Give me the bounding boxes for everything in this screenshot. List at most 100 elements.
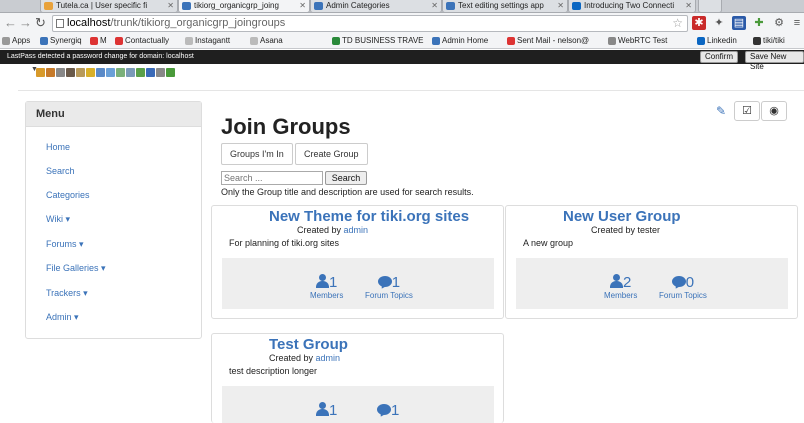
- menu-icon[interactable]: ≡: [790, 16, 804, 30]
- sidebar-item-trackers[interactable]: Trackers ▾: [46, 288, 88, 299]
- bookmark-admin-home[interactable]: Admin Home: [432, 33, 488, 48]
- tab-favicon: [182, 2, 191, 10]
- forum-topics-stat[interactable]: 1: [377, 402, 399, 419]
- tools-icon[interactable]: [36, 68, 45, 77]
- group-stats: 2 Members 0 Forum Topics: [516, 258, 788, 309]
- group-created-by: Created by admin: [269, 353, 341, 363]
- members-count: 2: [623, 274, 632, 291]
- close-icon[interactable]: ✕: [685, 0, 692, 12]
- creator-link[interactable]: admin: [316, 353, 341, 363]
- extension-sparkle-icon[interactable]: ✦: [712, 16, 726, 30]
- tab-label: Tutela.ca | User specific fi: [56, 1, 148, 10]
- confirm-button[interactable]: Confirm: [700, 51, 739, 63]
- puzzle-icon[interactable]: [136, 68, 145, 77]
- close-icon[interactable]: ✕: [431, 0, 438, 12]
- bookmark-sent-mail[interactable]: Sent Mail - nelson@: [507, 33, 589, 48]
- sidebar-item-wiki[interactable]: Wiki ▾: [46, 214, 70, 225]
- tab-favicon: [446, 2, 455, 10]
- members-label: Members: [310, 291, 344, 300]
- group-title[interactable]: Test Group: [269, 336, 348, 353]
- topics-count: 1: [391, 274, 401, 291]
- extension-flag-icon[interactable]: ▤: [732, 16, 746, 30]
- bookmark-gmail[interactable]: M: [90, 33, 107, 48]
- sidebar-item-search[interactable]: Search: [46, 166, 75, 176]
- sidebar-item-file-galleries[interactable]: File Galleries ▾: [46, 263, 106, 274]
- group-title[interactable]: New User Group: [563, 208, 681, 225]
- sidebar-item-forums[interactable]: Forums ▾: [46, 239, 84, 250]
- close-icon[interactable]: ✕: [299, 0, 306, 12]
- close-icon[interactable]: ✕: [167, 0, 174, 12]
- bookmark-icon: [753, 37, 761, 45]
- forum-topics-stat[interactable]: 1 Forum Topics: [365, 274, 413, 300]
- bookmark-synergiq[interactable]: Synergiq: [40, 33, 82, 48]
- bookmark-contactually[interactable]: Contactually: [115, 33, 169, 48]
- settings-icon[interactable]: [56, 68, 65, 77]
- globe-icon[interactable]: ◉: [761, 101, 787, 121]
- members-stat[interactable]: 1: [316, 402, 337, 419]
- bookmark-td[interactable]: TD BUSINESS TRAVE: [332, 33, 424, 48]
- bookmark-asana[interactable]: Asana: [250, 33, 283, 48]
- create-group-button[interactable]: Create Group: [295, 143, 368, 165]
- bookmark-webrtc[interactable]: WebRTC Test: [608, 33, 667, 48]
- star-icon[interactable]: ☆: [672, 16, 683, 31]
- bookmark-tiki[interactable]: tiki/tiki: [753, 33, 785, 48]
- edit-module-icon[interactable]: ✎: [716, 104, 726, 118]
- grid-icon[interactable]: [156, 68, 165, 77]
- members-stat[interactable]: 1 Members: [310, 274, 343, 300]
- apps-icon: [2, 37, 10, 45]
- page-title: Join Groups: [221, 114, 351, 139]
- groups-im-in-button[interactable]: Groups I'm In: [221, 143, 293, 165]
- edit-icon[interactable]: ☑: [734, 101, 760, 121]
- creator-link[interactable]: admin: [344, 225, 369, 235]
- users-icon[interactable]: [76, 68, 85, 77]
- browser-tab-1[interactable]: Tutela.ca | User specific fi ✕: [40, 0, 178, 12]
- modules-icon[interactable]: [96, 68, 105, 77]
- forward-icon[interactable]: →: [19, 15, 32, 31]
- sidebar-item-admin[interactable]: Admin ▾: [46, 312, 79, 323]
- gear-icon[interactable]: ⚙: [772, 16, 786, 30]
- sidebar-item-categories[interactable]: Categories: [46, 190, 90, 200]
- user-icon[interactable]: [66, 68, 75, 77]
- extension-puzzle-icon[interactable]: ✚: [752, 16, 766, 30]
- gmail-icon: [90, 37, 98, 45]
- bookmark-linkedin[interactable]: Linkedin: [697, 33, 737, 48]
- group-created-by: Created by tester: [591, 225, 661, 235]
- close-icon[interactable]: ✕: [557, 0, 564, 12]
- search-note: Only the Group title and description are…: [221, 187, 474, 197]
- search-input[interactable]: [221, 171, 323, 185]
- tab-label: Text editing settings app: [458, 1, 544, 10]
- back-icon[interactable]: ←: [4, 15, 17, 31]
- address-bar[interactable]: localhost/trunk/tikiorg_organicgrp_joing…: [52, 15, 688, 32]
- table-icon[interactable]: [106, 68, 115, 77]
- browser-tab-2[interactable]: tikiorg_organicgrp_joing ✕: [178, 0, 310, 12]
- image-icon[interactable]: [116, 68, 125, 77]
- lastpass-extension-icon[interactable]: ✱: [692, 16, 706, 30]
- group-card: New Theme for tiki.org sites Created by …: [211, 205, 504, 319]
- group-title[interactable]: New Theme for tiki.org sites: [269, 208, 469, 225]
- group-stats: 1 1: [222, 386, 494, 423]
- comment-icon: [671, 276, 686, 287]
- bookmark-apps[interactable]: Apps: [2, 33, 30, 48]
- list-icon[interactable]: [126, 68, 135, 77]
- browser-tab-4[interactable]: Text editing settings app ✕: [442, 0, 568, 12]
- linkedin-icon: [697, 37, 705, 45]
- sidebar-item-home[interactable]: Home: [46, 142, 70, 152]
- forum-topics-stat[interactable]: 0 Forum Topics: [659, 274, 707, 300]
- home-icon[interactable]: [46, 68, 55, 77]
- bookmark-icon: [185, 37, 193, 45]
- browser-tab-3[interactable]: Admin Categories ✕: [310, 0, 442, 12]
- bookmark-instagantt[interactable]: Instagantt: [185, 33, 230, 48]
- key-icon[interactable]: [86, 68, 95, 77]
- comment-icon: [377, 276, 392, 287]
- reload-icon[interactable]: ↻: [35, 15, 46, 31]
- bookmark-icon: [432, 37, 440, 45]
- book-icon[interactable]: [146, 68, 155, 77]
- new-tab-button[interactable]: [698, 0, 722, 12]
- browser-tab-5[interactable]: Introducing Two Connecti ✕: [568, 0, 696, 12]
- menu-title: Menu: [26, 102, 201, 127]
- browser-tab-bar: Tutela.ca | User specific fi ✕ tikiorg_o…: [0, 0, 804, 13]
- members-stat[interactable]: 2 Members: [604, 274, 637, 300]
- plugin-icon[interactable]: [166, 68, 175, 77]
- save-new-site-button[interactable]: Save New Site: [745, 51, 804, 71]
- search-button[interactable]: Search: [325, 171, 367, 185]
